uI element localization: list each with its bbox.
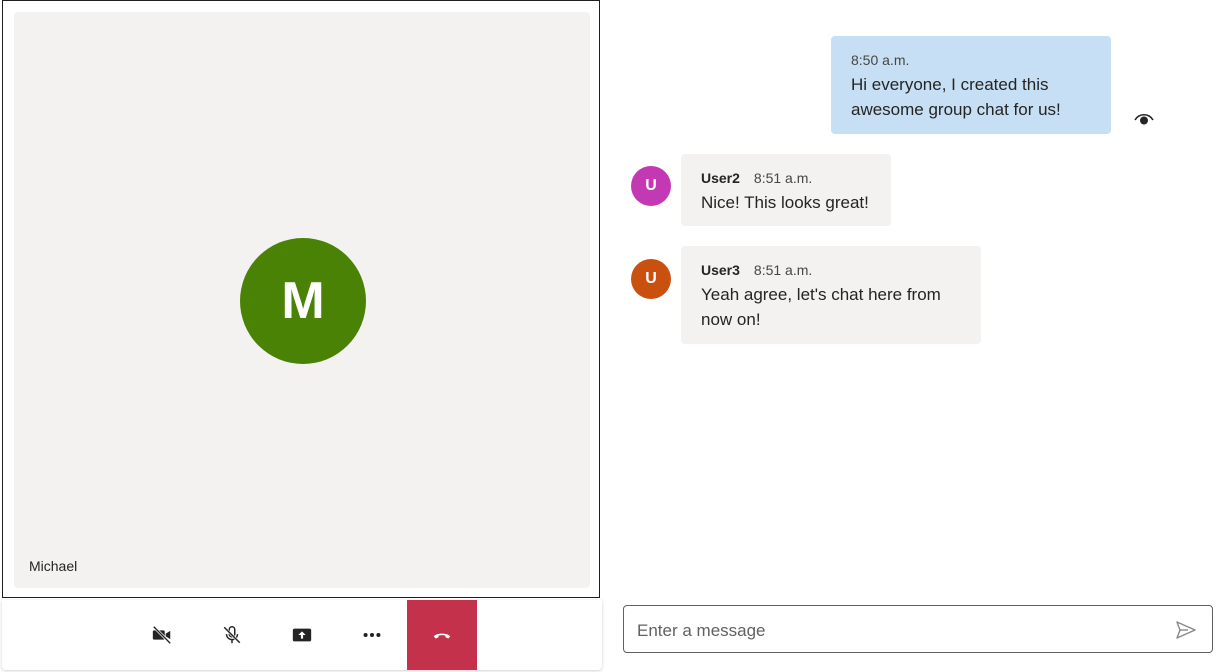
message-sender: User2 — [701, 170, 740, 186]
more-options-button[interactable] — [337, 600, 407, 670]
message-meta: User2 8:51 a.m. — [701, 170, 871, 186]
avatar-user2: U — [631, 166, 671, 206]
message-text: Yeah agree, let's chat here from now on! — [701, 285, 941, 329]
participant-name: Michael — [29, 558, 78, 574]
video-gallery: M Michael — [2, 0, 600, 598]
message-bubble-own: 8:50 a.m. Hi everyone, I created this aw… — [831, 36, 1111, 134]
message-timestamp: 8:50 a.m. — [851, 52, 910, 68]
more-icon — [363, 632, 381, 638]
avatar-initial: U — [645, 177, 657, 194]
message-bubble-user3: User3 8:51 a.m. Yeah agree, let's chat he… — [681, 246, 981, 344]
message-text: Nice! This looks great! — [701, 193, 869, 212]
avatar-initial: U — [645, 270, 657, 287]
message-sender: User3 — [701, 262, 740, 278]
send-icon[interactable] — [1174, 618, 1198, 642]
avatar-user3: U — [631, 259, 671, 299]
participant-avatar: M — [240, 238, 366, 364]
share-screen-button[interactable] — [267, 600, 337, 670]
mic-off-button[interactable] — [197, 600, 267, 670]
hang-up-button[interactable] — [407, 600, 477, 670]
chat-panel: 8:50 a.m. Hi everyone, I created this aw… — [610, 0, 1220, 672]
message-timestamp: 8:51 a.m. — [753, 262, 813, 278]
message-bubble-user2: User2 8:51 a.m. Nice! This looks great! — [681, 154, 891, 226]
message-input[interactable] — [635, 618, 1159, 644]
message-meta: User3 8:51 a.m. — [701, 262, 961, 278]
mic-off-icon — [223, 626, 241, 644]
participant-video-tile: M Michael — [14, 12, 590, 588]
message-text: Hi everyone, I created this awesome grou… — [851, 75, 1061, 119]
video-off-icon — [152, 625, 172, 645]
read-receipt-eye-icon — [1134, 113, 1154, 125]
message-timestamp: 8:51 a.m. — [753, 170, 813, 186]
share-screen-icon — [292, 628, 312, 642]
participant-initial: M — [281, 272, 325, 330]
message-composer — [623, 605, 1213, 653]
call-controls — [2, 600, 602, 670]
hang-up-icon — [433, 633, 451, 639]
camera-off-button[interactable] — [127, 600, 197, 670]
